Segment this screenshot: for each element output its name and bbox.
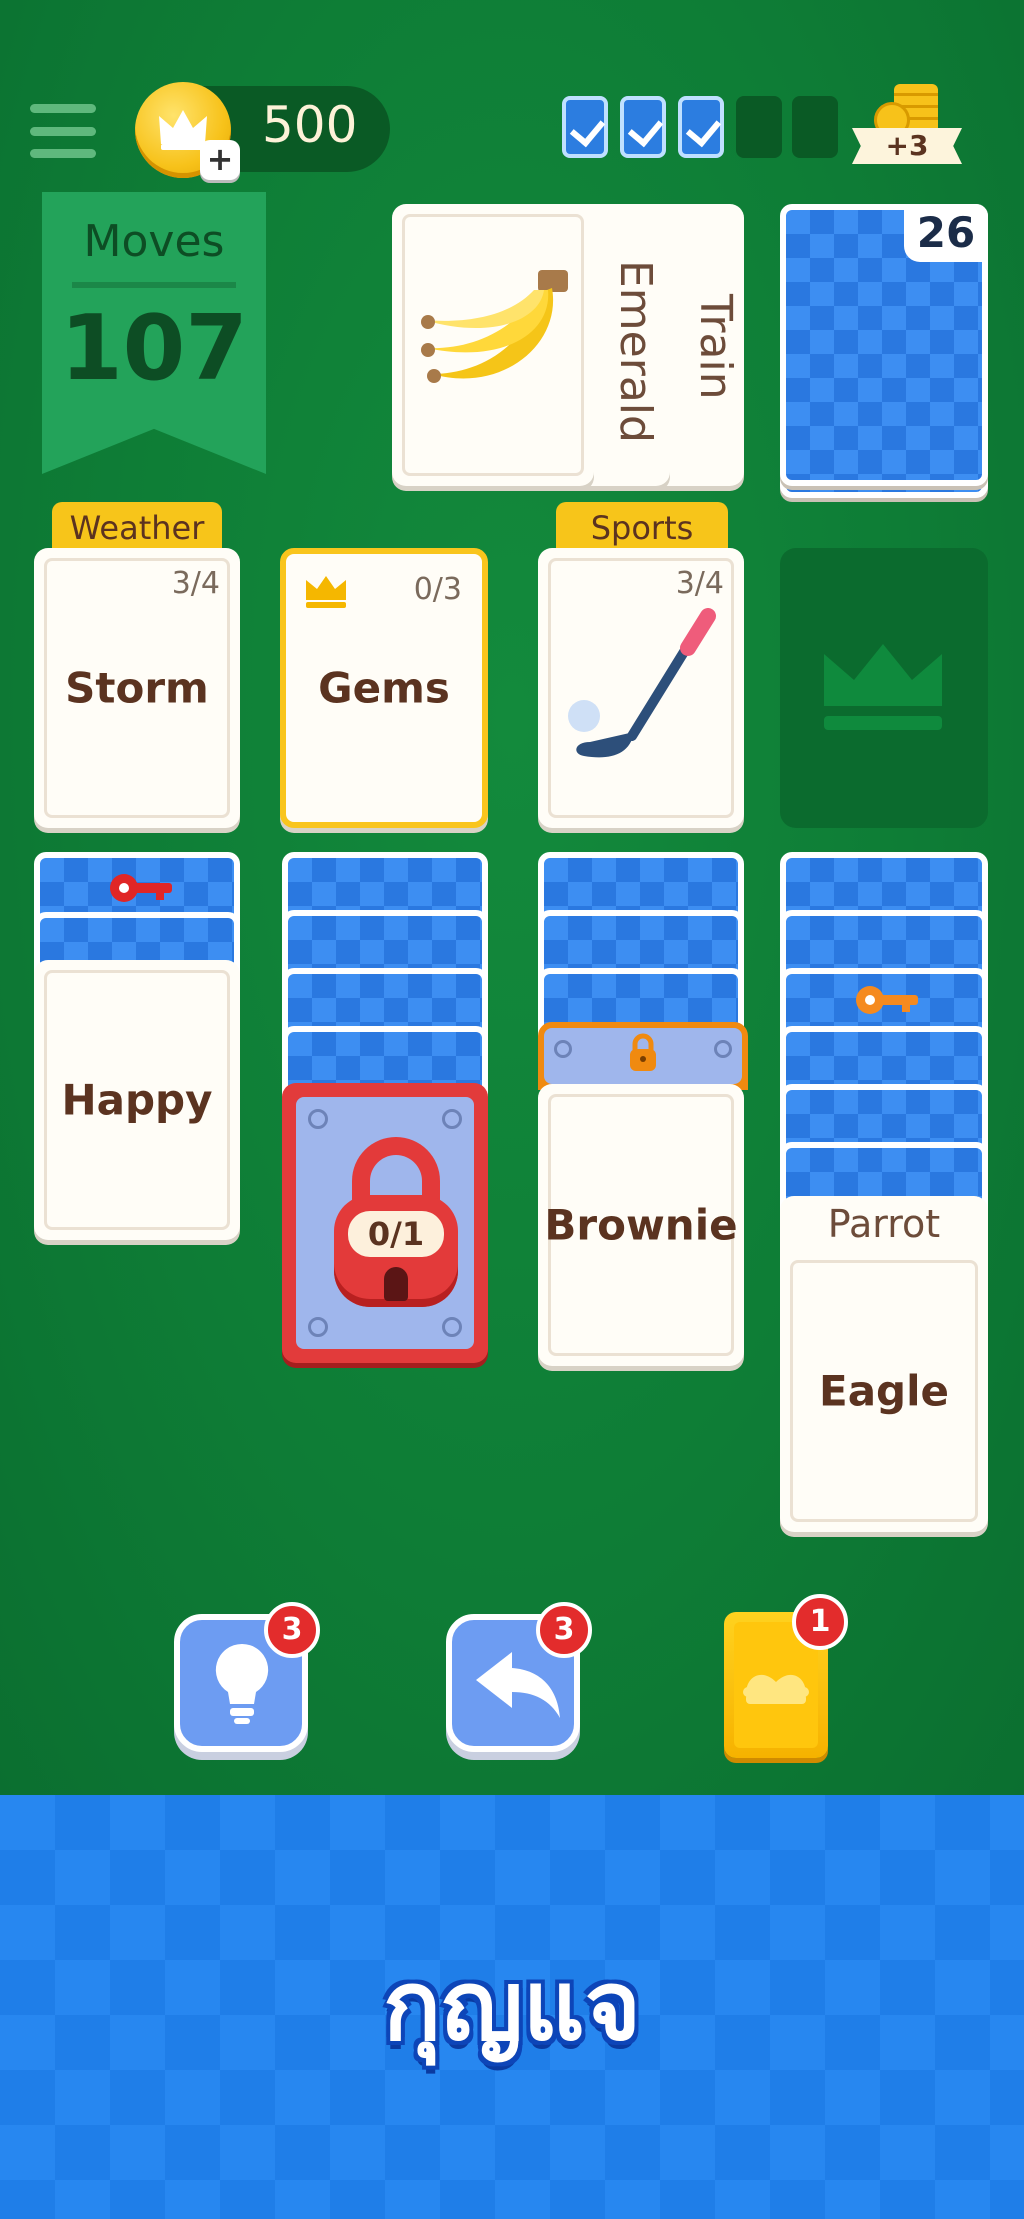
moves-label: Moves [83,216,225,267]
progress-check-5 [792,96,838,158]
waste-top-card[interactable] [392,204,594,486]
crown-icon [306,576,346,608]
foundation-count: 0/3 [413,572,462,607]
undo-button[interactable]: 3 [446,1602,592,1752]
keyhole-icon [384,1267,408,1301]
hint-count-badge: 3 [264,1602,320,1658]
divider [72,282,236,288]
foundation-weather[interactable]: 3/4 Storm [34,548,240,828]
category-tag-weather: Weather [52,502,222,550]
padlock-icon [630,1033,656,1071]
tableau-card-brownie[interactable]: Brownie [538,1084,744,1366]
screw-icon [442,1109,462,1129]
foundation-count: 3/4 [171,566,220,601]
foundation-sports[interactable]: 3/4 [538,548,744,828]
foundation-word: Storm [65,663,209,713]
foundation-count: 3/4 [675,566,724,601]
feature-title: กุญแจ [382,1950,642,2062]
card-word: Eagle [819,1366,949,1416]
coin-balance: 500 [262,96,358,154]
lock-bar [538,1022,748,1090]
card-word: Brownie [544,1200,738,1250]
add-coins-button[interactable]: + [200,140,240,180]
crown-icon [824,644,942,730]
key-icon [110,874,172,902]
golf-club-icon [568,608,716,758]
moves-count: 107 [60,296,248,401]
progress-check-3 [678,96,724,158]
screw-icon [308,1109,328,1129]
stock-count: 26 [904,204,988,262]
stock-pile[interactable]: 26 [780,204,988,486]
waste-card-label: Emerald [610,260,661,443]
hint-button[interactable]: 3 [174,1602,320,1752]
screw-icon [442,1317,462,1337]
foundation-empty-slot[interactable] [780,548,988,828]
screw-icon [308,1317,328,1337]
tableau-card-happy[interactable]: Happy [34,960,240,1240]
category-tag-sports: Sports [556,502,728,550]
foundation-word: Gems [318,663,450,713]
screw-icon [714,1040,732,1058]
banana-icon [421,270,568,383]
menu-button[interactable] [30,104,96,158]
jester-hat-icon [743,1674,809,1704]
lightbulb-icon [215,1643,269,1724]
undo-arrow-icon [476,1652,560,1718]
joker-card-button[interactable]: 1 [724,1594,848,1758]
locked-card[interactable]: 0/1 [282,1083,488,1363]
tableau-card-eagle[interactable]: Eagle [780,1250,988,1532]
progress-check-1 [562,96,608,158]
joker-count-badge: 1 [792,1594,848,1650]
card-word: Happy [61,1075,213,1125]
waste-card-label: Train [690,294,741,400]
key-icon [856,986,918,1014]
coin-reward-icon[interactable]: +3 [852,84,962,164]
progress-check-2 [620,96,666,158]
screw-icon [554,1040,572,1058]
undo-count-badge: 3 [536,1602,592,1658]
progress-check-4 [736,96,782,158]
reward-amount: +3 [852,128,962,164]
foundation-gems[interactable]: 0/3 Gems [280,548,488,828]
lock-progress: 0/1 [348,1211,444,1257]
card-word: Parrot [827,1202,941,1246]
padlock-icon: 0/1 [334,1137,458,1307]
